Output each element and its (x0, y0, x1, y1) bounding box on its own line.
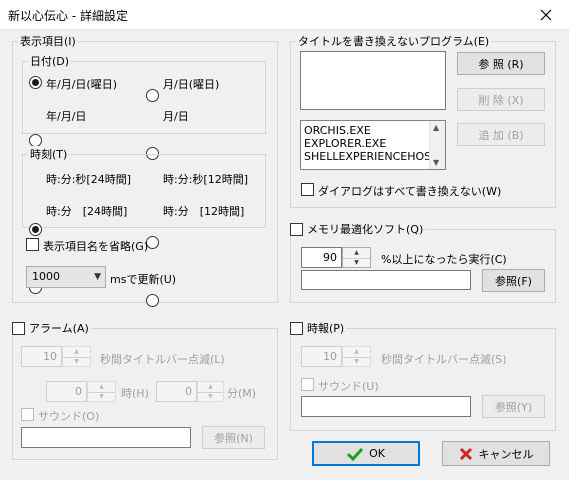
time-signal-sound-path-input[interactable] (301, 396, 471, 417)
date-option-md: 月/日 (163, 110, 189, 123)
time-signal-sound-checkbox[interactable] (301, 378, 314, 391)
list-scrollbar[interactable]: ▲ ▼ (429, 121, 445, 169)
cancel-label: キャンセル (478, 447, 534, 461)
date-option-ymd: 年/月/日 (46, 110, 87, 123)
update-interval-select[interactable]: 1000 ▼ (26, 266, 106, 288)
alarm-sound-path-input[interactable] (21, 427, 191, 448)
time-radio-hms-24[interactable] (29, 223, 42, 236)
list-item[interactable]: ORCHIS.EXE (301, 124, 429, 137)
alarm-blink-seconds-input[interactable]: 10 (21, 346, 62, 367)
no-rewrite-dialog-label: ダイアログはすべて書き換えない(W) (318, 185, 502, 198)
browse-program-button[interactable]: 参 照 (R) (457, 52, 545, 75)
time-signal-label: 時報(P) (307, 322, 345, 335)
time-format-label: 時刻(T) (28, 146, 70, 162)
time-signal-blink-seconds-input[interactable]: 10 (301, 346, 342, 367)
spin-down-icon[interactable]: ▼ (343, 356, 370, 367)
window-title: 新以心伝心 - 詳細設定 (8, 9, 128, 23)
alarm-blink-label: 秒間タイトルバー点滅(L) (100, 353, 225, 366)
spin-up-icon[interactable]: ▲ (343, 248, 370, 258)
spin-down-icon[interactable]: ▼ (198, 391, 223, 402)
alarm-minute-label: 分(M) (227, 387, 257, 400)
checkmark-icon (347, 447, 364, 461)
alarm-browse-button[interactable]: 参照(N) (202, 426, 265, 449)
program-name-input[interactable] (300, 51, 446, 110)
date-format-label: 日付(D) (28, 53, 72, 69)
delete-program-button[interactable]: 削 除 (X) (457, 88, 545, 111)
ok-label: OK (369, 447, 385, 460)
spin-up-icon[interactable]: ▲ (198, 382, 223, 392)
memory-optimizer-path-input[interactable] (301, 270, 471, 290)
date-radio-md-weekday[interactable] (146, 89, 159, 102)
time-signal-browse-button[interactable]: 参照(Y) (482, 395, 545, 418)
time-signal-header: 時報(P) (288, 320, 347, 336)
alarm-minute-spinner[interactable]: ▲ ▼ (197, 381, 224, 402)
time-radio-hm-12[interactable] (146, 294, 159, 307)
memory-browse-button[interactable]: 参照(F) (482, 269, 545, 292)
scroll-down-icon[interactable]: ▼ (433, 158, 439, 167)
time-signal-checkbox[interactable] (290, 321, 303, 335)
memory-optimizer-label: メモリ最適化ソフト(Q) (307, 223, 424, 236)
title-bar: 新以心伝心 - 詳細設定 (0, 0, 569, 30)
alarm-header: アラーム(A) (10, 320, 91, 336)
list-items: ORCHIS.EXE EXPLORER.EXE SHELLEXPERIENCEH… (301, 124, 438, 163)
spin-down-icon[interactable]: ▼ (88, 391, 115, 402)
alarm-hour-spinner[interactable]: ▲ ▼ (87, 381, 116, 402)
spin-up-icon[interactable]: ▲ (343, 347, 370, 357)
spin-down-icon[interactable]: ▼ (63, 356, 90, 367)
alarm-minute-input[interactable]: 0 (156, 381, 197, 402)
spin-up-icon[interactable]: ▲ (88, 382, 115, 392)
memory-optimizer-header: メモリ最適化ソフト(Q) (288, 221, 426, 237)
title-exclusion-label: タイトルを書き換えないプログラム(E) (296, 33, 492, 49)
ok-button[interactable]: OK (312, 441, 420, 466)
time-signal-blink-spinner[interactable]: ▲ ▼ (342, 346, 371, 367)
close-icon (540, 9, 552, 21)
date-option-ymd-weekday: 年/月/日(曜日) (46, 78, 117, 91)
memory-percent-input[interactable]: 90 (301, 247, 342, 268)
list-item[interactable]: EXPLORER.EXE (301, 137, 429, 150)
date-option-md-weekday: 月/日(曜日) (163, 78, 220, 91)
alarm-label: アラーム(A) (29, 322, 89, 335)
chevron-down-icon: ▼ (94, 272, 101, 282)
alarm-sound-checkbox[interactable] (21, 408, 34, 421)
time-option-hms-12: 時:分:秒[12時間] (163, 173, 248, 186)
alarm-sound-label: サウンド(O) (38, 410, 100, 423)
spin-up-icon[interactable]: ▲ (63, 347, 90, 357)
time-signal-sound-label: サウンド(U) (318, 380, 379, 393)
alarm-hour-label: 時(H) (121, 387, 149, 400)
omit-item-names-checkbox[interactable] (26, 238, 39, 251)
alarm-blink-spinner[interactable]: ▲ ▼ (62, 346, 91, 367)
time-option-hm-24: 時:分 [24時間] (46, 205, 128, 218)
add-program-button[interactable]: 追 加 (B) (457, 123, 545, 146)
memory-percent-label: %以上になったら実行(C) (381, 253, 507, 266)
time-signal-blink-label: 秒間タイトルバー点滅(S) (381, 353, 507, 366)
close-button[interactable] (523, 0, 569, 30)
cancel-button[interactable]: キャンセル (442, 441, 550, 466)
scroll-up-icon[interactable]: ▲ (433, 123, 439, 132)
memory-optimizer-checkbox[interactable] (290, 222, 303, 236)
excluded-programs-list[interactable]: ORCHIS.EXE EXPLORER.EXE SHELLEXPERIENCEH… (300, 120, 446, 170)
alarm-hour-input[interactable]: 0 (46, 381, 87, 402)
memory-percent-spinner[interactable]: ▲ ▼ (342, 247, 371, 268)
time-option-hms-24: 時:分:秒[24時間] (46, 173, 131, 186)
update-interval-value: 1000 (32, 270, 60, 283)
time-option-hm-12: 時:分 [12時間] (163, 205, 245, 218)
update-interval-label: msで更新(U) (110, 273, 177, 286)
display-items-label: 表示項目(I) (18, 33, 78, 49)
date-radio-ymd-weekday[interactable] (29, 76, 42, 89)
omit-item-names-label: 表示項目名を省略(G) (43, 240, 149, 253)
cancel-x-icon (459, 447, 472, 460)
alarm-checkbox[interactable] (12, 321, 25, 335)
no-rewrite-dialog-checkbox[interactable] (301, 183, 314, 196)
spin-down-icon[interactable]: ▼ (343, 257, 370, 268)
list-item[interactable]: SHELLEXPERIENCEHOST (301, 150, 438, 163)
